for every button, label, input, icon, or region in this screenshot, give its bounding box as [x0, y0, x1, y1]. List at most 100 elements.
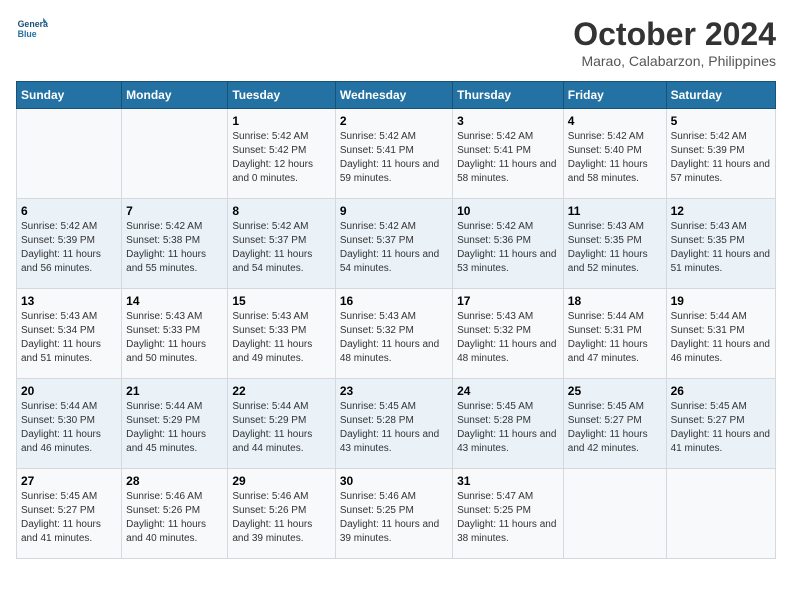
day-daylight: Daylight: 11 hours and 40 minutes. — [126, 519, 206, 544]
day-daylight: Daylight: 11 hours and 42 minutes. — [568, 429, 648, 454]
day-sunset: Sunset: 5:37 PM — [340, 235, 414, 246]
day-sunrise: Sunrise: 5:43 AM — [671, 221, 747, 232]
day-daylight: Daylight: 11 hours and 51 minutes. — [671, 249, 770, 274]
day-sunrise: Sunrise: 5:42 AM — [568, 131, 644, 142]
day-daylight: Daylight: 11 hours and 46 minutes. — [21, 429, 101, 454]
day-daylight: Daylight: 11 hours and 48 minutes. — [457, 339, 556, 364]
header-monday: Monday — [122, 82, 228, 109]
day-daylight: Daylight: 11 hours and 58 minutes. — [568, 159, 648, 184]
calendar-cell: 14 Sunrise: 5:43 AM Sunset: 5:33 PM Dayl… — [122, 289, 228, 379]
day-sunrise: Sunrise: 5:42 AM — [232, 131, 308, 142]
calendar-cell: 9 Sunrise: 5:42 AM Sunset: 5:37 PM Dayli… — [335, 199, 452, 289]
day-daylight: Daylight: 11 hours and 46 minutes. — [671, 339, 770, 364]
day-sunrise: Sunrise: 5:45 AM — [568, 401, 644, 412]
day-daylight: Daylight: 11 hours and 54 minutes. — [232, 249, 312, 274]
calendar-week-2: 6 Sunrise: 5:42 AM Sunset: 5:39 PM Dayli… — [17, 199, 776, 289]
day-number: 22 — [232, 384, 330, 398]
calendar-cell: 29 Sunrise: 5:46 AM Sunset: 5:26 PM Dayl… — [228, 469, 335, 559]
day-daylight: Daylight: 12 hours and 0 minutes. — [232, 159, 313, 184]
day-daylight: Daylight: 11 hours and 57 minutes. — [671, 159, 770, 184]
day-sunrise: Sunrise: 5:45 AM — [21, 491, 97, 502]
day-sunrise: Sunrise: 5:43 AM — [232, 311, 308, 322]
day-sunset: Sunset: 5:41 PM — [457, 145, 531, 156]
day-daylight: Daylight: 11 hours and 38 minutes. — [457, 519, 556, 544]
header-thursday: Thursday — [453, 82, 564, 109]
day-sunset: Sunset: 5:39 PM — [671, 145, 745, 156]
day-sunset: Sunset: 5:26 PM — [126, 505, 200, 516]
day-number: 15 — [232, 294, 330, 308]
logo: General Blue — [16, 16, 48, 44]
day-sunset: Sunset: 5:29 PM — [126, 415, 200, 426]
day-sunrise: Sunrise: 5:42 AM — [21, 221, 97, 232]
day-number: 31 — [457, 474, 559, 488]
calendar-cell: 18 Sunrise: 5:44 AM Sunset: 5:31 PM Dayl… — [563, 289, 666, 379]
day-sunset: Sunset: 5:38 PM — [126, 235, 200, 246]
day-sunset: Sunset: 5:30 PM — [21, 415, 95, 426]
day-number: 5 — [671, 114, 771, 128]
day-number: 21 — [126, 384, 223, 398]
day-number: 6 — [21, 204, 117, 218]
day-number: 17 — [457, 294, 559, 308]
day-sunset: Sunset: 5:32 PM — [340, 325, 414, 336]
calendar-cell: 6 Sunrise: 5:42 AM Sunset: 5:39 PM Dayli… — [17, 199, 122, 289]
day-daylight: Daylight: 11 hours and 43 minutes. — [457, 429, 556, 454]
day-daylight: Daylight: 11 hours and 41 minutes. — [671, 429, 770, 454]
calendar-cell: 16 Sunrise: 5:43 AM Sunset: 5:32 PM Dayl… — [335, 289, 452, 379]
day-sunrise: Sunrise: 5:45 AM — [671, 401, 747, 412]
day-sunset: Sunset: 5:37 PM — [232, 235, 306, 246]
day-number: 27 — [21, 474, 117, 488]
calendar-cell: 11 Sunrise: 5:43 AM Sunset: 5:35 PM Dayl… — [563, 199, 666, 289]
day-sunset: Sunset: 5:25 PM — [457, 505, 531, 516]
day-sunset: Sunset: 5:39 PM — [21, 235, 95, 246]
day-number: 16 — [340, 294, 448, 308]
day-sunrise: Sunrise: 5:43 AM — [340, 311, 416, 322]
day-number: 4 — [568, 114, 662, 128]
calendar-week-1: 1 Sunrise: 5:42 AM Sunset: 5:42 PM Dayli… — [17, 109, 776, 199]
day-number: 1 — [232, 114, 330, 128]
calendar-cell: 12 Sunrise: 5:43 AM Sunset: 5:35 PM Dayl… — [666, 199, 775, 289]
day-sunrise: Sunrise: 5:46 AM — [126, 491, 202, 502]
day-sunrise: Sunrise: 5:45 AM — [457, 401, 533, 412]
calendar-cell: 7 Sunrise: 5:42 AM Sunset: 5:38 PM Dayli… — [122, 199, 228, 289]
calendar-cell: 22 Sunrise: 5:44 AM Sunset: 5:29 PM Dayl… — [228, 379, 335, 469]
day-sunrise: Sunrise: 5:47 AM — [457, 491, 533, 502]
day-sunrise: Sunrise: 5:44 AM — [671, 311, 747, 322]
calendar-cell: 21 Sunrise: 5:44 AM Sunset: 5:29 PM Dayl… — [122, 379, 228, 469]
day-number: 30 — [340, 474, 448, 488]
day-daylight: Daylight: 11 hours and 53 minutes. — [457, 249, 556, 274]
title-section: October 2024 Marao, Calabarzon, Philippi… — [573, 16, 776, 69]
calendar-cell: 8 Sunrise: 5:42 AM Sunset: 5:37 PM Dayli… — [228, 199, 335, 289]
day-daylight: Daylight: 11 hours and 56 minutes. — [21, 249, 101, 274]
day-daylight: Daylight: 11 hours and 54 minutes. — [340, 249, 439, 274]
day-number: 8 — [232, 204, 330, 218]
day-sunset: Sunset: 5:40 PM — [568, 145, 642, 156]
calendar-cell: 30 Sunrise: 5:46 AM Sunset: 5:25 PM Dayl… — [335, 469, 452, 559]
calendar-cell: 13 Sunrise: 5:43 AM Sunset: 5:34 PM Dayl… — [17, 289, 122, 379]
calendar-cell: 24 Sunrise: 5:45 AM Sunset: 5:28 PM Dayl… — [453, 379, 564, 469]
day-sunset: Sunset: 5:35 PM — [671, 235, 745, 246]
day-number: 3 — [457, 114, 559, 128]
day-sunset: Sunset: 5:31 PM — [671, 325, 745, 336]
day-sunset: Sunset: 5:33 PM — [232, 325, 306, 336]
calendar-cell: 20 Sunrise: 5:44 AM Sunset: 5:30 PM Dayl… — [17, 379, 122, 469]
day-sunrise: Sunrise: 5:42 AM — [457, 131, 533, 142]
calendar-week-4: 20 Sunrise: 5:44 AM Sunset: 5:30 PM Dayl… — [17, 379, 776, 469]
day-number: 10 — [457, 204, 559, 218]
day-sunset: Sunset: 5:27 PM — [671, 415, 745, 426]
day-sunrise: Sunrise: 5:42 AM — [340, 131, 416, 142]
header-wednesday: Wednesday — [335, 82, 452, 109]
day-sunrise: Sunrise: 5:46 AM — [232, 491, 308, 502]
header-saturday: Saturday — [666, 82, 775, 109]
day-sunrise: Sunrise: 5:42 AM — [126, 221, 202, 232]
calendar-cell: 19 Sunrise: 5:44 AM Sunset: 5:31 PM Dayl… — [666, 289, 775, 379]
day-sunset: Sunset: 5:27 PM — [568, 415, 642, 426]
calendar-cell — [122, 109, 228, 199]
calendar-week-3: 13 Sunrise: 5:43 AM Sunset: 5:34 PM Dayl… — [17, 289, 776, 379]
day-sunrise: Sunrise: 5:43 AM — [126, 311, 202, 322]
day-sunset: Sunset: 5:25 PM — [340, 505, 414, 516]
day-number: 26 — [671, 384, 771, 398]
calendar-cell: 23 Sunrise: 5:45 AM Sunset: 5:28 PM Dayl… — [335, 379, 452, 469]
day-sunset: Sunset: 5:26 PM — [232, 505, 306, 516]
svg-text:Blue: Blue — [18, 29, 37, 39]
day-number: 19 — [671, 294, 771, 308]
